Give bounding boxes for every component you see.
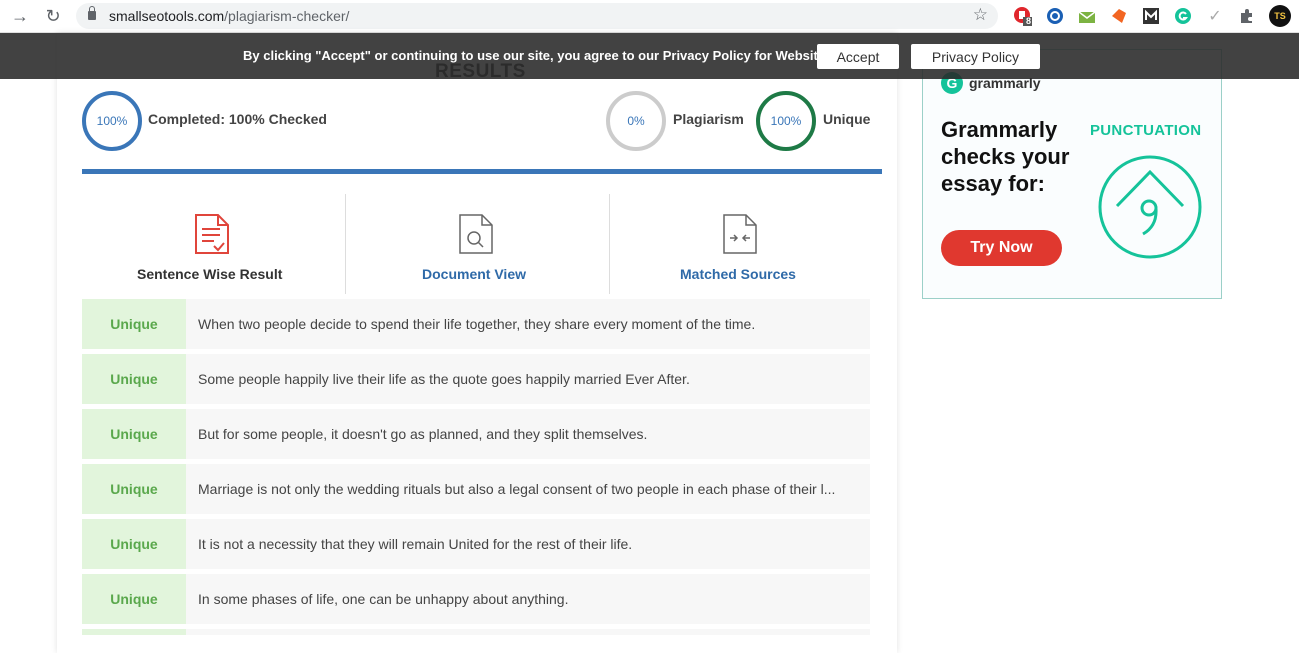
progress-bar — [82, 169, 882, 174]
extension-badge: 8 — [1026, 16, 1032, 26]
unique-badge: Unique — [82, 409, 186, 459]
sentence-row — [82, 629, 870, 635]
sentence-row[interactable]: Unique Some people happily live their li… — [82, 354, 870, 404]
browser-toolbar: → ↻ smallseotools.com/plagiarism-checker… — [0, 0, 1299, 33]
forward-icon[interactable]: → — [8, 5, 32, 27]
document-check-icon — [195, 214, 229, 254]
punctuation-house-icon — [1098, 155, 1202, 259]
bookmark-star-icon[interactable]: ☆ — [973, 5, 988, 25]
sentence-row[interactable]: Unique But for some people, it doesn't g… — [82, 409, 870, 459]
ad-headline: Grammarly checks your essay for: — [941, 117, 1070, 196]
grammarly-ad[interactable]: G grammarly Grammarly checks your essay … — [922, 49, 1222, 299]
extension-circle-a-icon[interactable] — [1045, 6, 1065, 26]
sentence-text: In some phases of life, one can be unhap… — [198, 591, 569, 607]
cookie-message: By clicking "Accept" or continuing to us… — [243, 48, 826, 63]
plagiarism-ring: 0% — [606, 91, 666, 151]
extensions-puzzle-icon[interactable] — [1237, 6, 1257, 26]
tab-label-sentence-wise: Sentence Wise Result — [137, 266, 283, 282]
tab-label-document-view: Document View — [422, 266, 526, 282]
sentence-text: Marriage is not only the wedding rituals… — [198, 481, 836, 497]
document-search-icon — [459, 214, 493, 254]
cookie-consent-bar: By clicking "Accept" or continuing to us… — [0, 33, 1299, 79]
plagiarism-label: Plagiarism — [673, 111, 744, 127]
tab-document-view[interactable]: Document View — [346, 194, 608, 294]
accept-button[interactable]: Accept — [817, 44, 899, 69]
ad-tagline: PUNCTUATION — [1090, 122, 1202, 139]
extension-m-icon[interactable] — [1141, 6, 1161, 26]
try-now-button[interactable]: Try Now — [941, 230, 1062, 266]
unique-badge: Unique — [82, 354, 186, 404]
lock-icon — [88, 6, 96, 20]
completed-ring: 100% — [82, 91, 142, 151]
sentence-text: But for some people, it doesn't go as pl… — [198, 426, 648, 442]
sentence-row[interactable]: Unique In some phases of life, one can b… — [82, 574, 870, 624]
extension-mail-icon[interactable] — [1077, 6, 1097, 26]
unique-badge: Unique — [82, 574, 186, 624]
extension-fox-icon[interactable] — [1109, 6, 1129, 26]
sentence-row[interactable]: Unique Marriage is not only the wedding … — [82, 464, 870, 514]
sentence-text: When two people decide to spend their li… — [198, 316, 756, 332]
address-bar[interactable]: smallseotools.com/plagiarism-checker/ ☆ — [76, 3, 998, 29]
privacy-policy-button[interactable]: Privacy Policy — [911, 44, 1040, 69]
sentence-row[interactable]: Unique It is not a necessity that they w… — [82, 519, 870, 569]
unique-label: Unique — [823, 111, 871, 127]
document-compare-icon — [723, 214, 757, 254]
unique-badge: Unique — [82, 519, 186, 569]
sentence-text: Some people happily live their life as t… — [198, 371, 690, 387]
tab-label-matched-sources: Matched Sources — [680, 266, 796, 282]
tab-sentence-wise[interactable]: Sentence Wise Result — [82, 194, 344, 294]
profile-avatar[interactable]: TS — [1269, 5, 1291, 27]
sentence-text: It is not a necessity that they will rem… — [198, 536, 633, 552]
reload-icon[interactable]: ↻ — [41, 5, 65, 27]
unique-badge: Unique — [82, 299, 186, 349]
completed-label: Completed: 100% Checked — [148, 111, 327, 127]
unique-ring: 100% — [756, 91, 816, 151]
unique-badge — [82, 629, 186, 635]
extension-check-icon[interactable]: ✓ — [1205, 6, 1225, 26]
unique-badge: Unique — [82, 464, 186, 514]
sentence-row[interactable]: Unique When two people decide to spend t… — [82, 299, 870, 349]
url-text: smallseotools.com/plagiarism-checker/ — [109, 8, 350, 24]
tab-matched-sources[interactable]: Matched Sources — [610, 194, 872, 294]
extension-grammarly-icon[interactable] — [1173, 6, 1193, 26]
